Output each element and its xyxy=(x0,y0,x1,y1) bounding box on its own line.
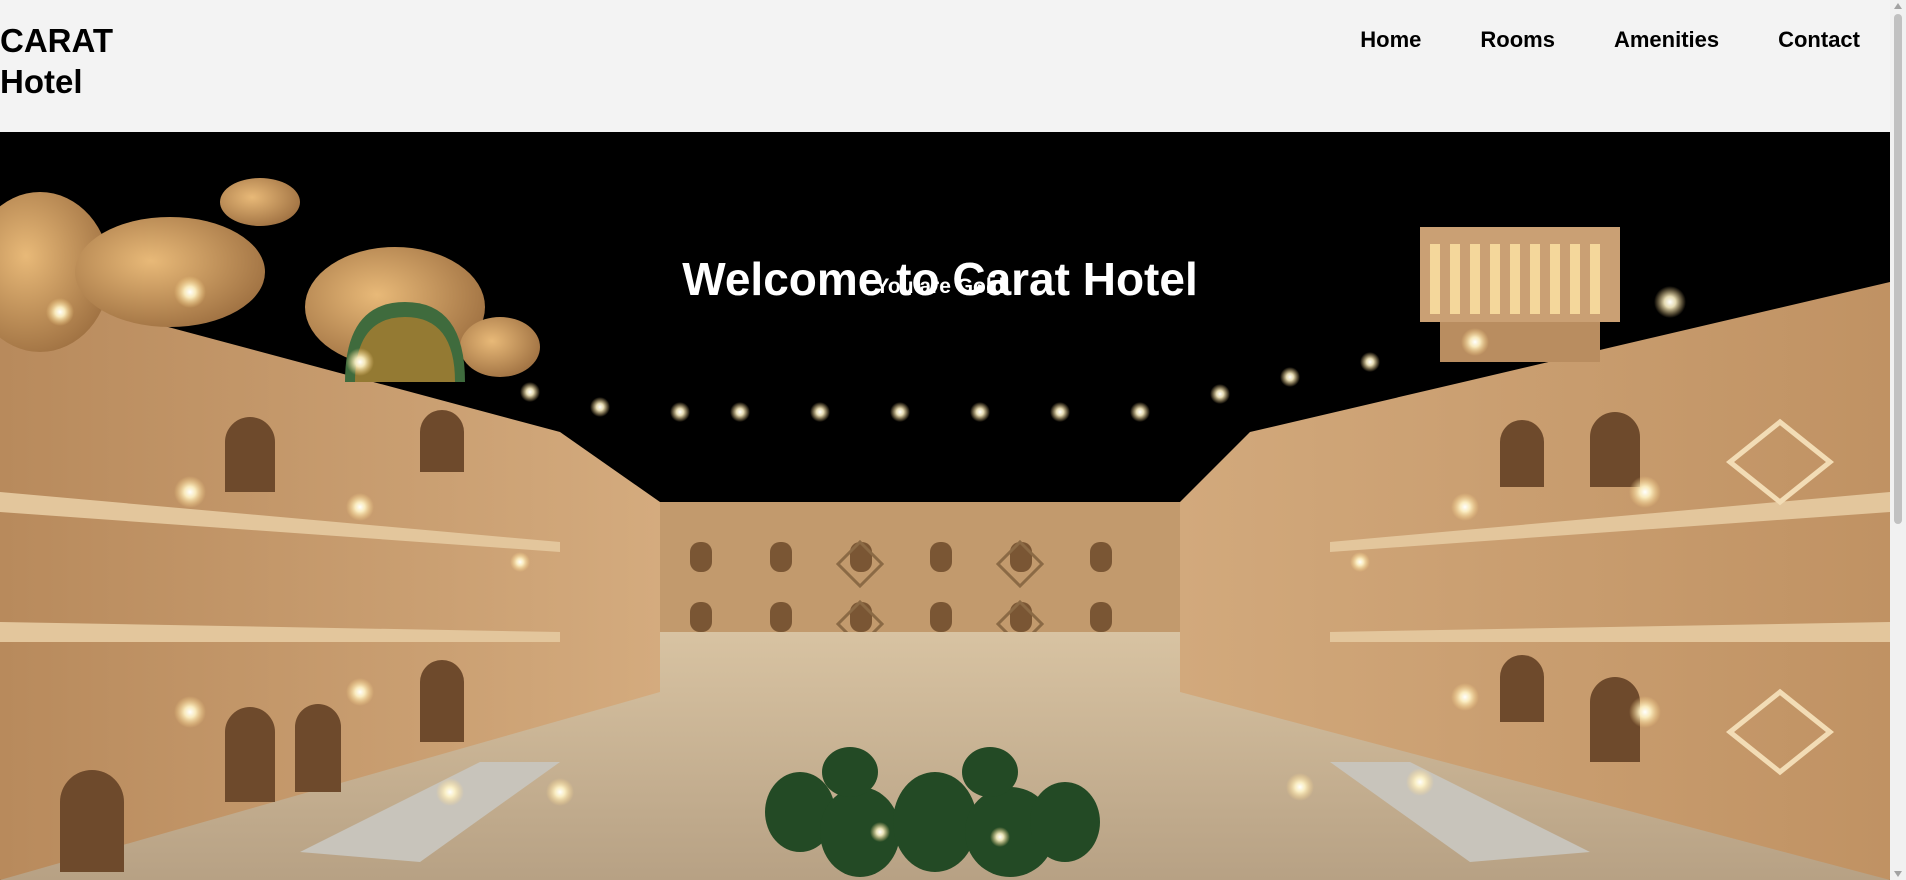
site-header: CARAT Hotel Home Rooms Amenities Contact xyxy=(0,0,1890,132)
logo-line-2: Hotel xyxy=(0,63,83,100)
nav-link-contact[interactable]: Contact xyxy=(1778,26,1860,54)
hero-image xyxy=(0,132,1890,880)
hero-subtitle: You are Gold xyxy=(875,275,1005,298)
nav-link-home[interactable]: Home xyxy=(1360,26,1421,54)
nav-link-rooms[interactable]: Rooms xyxy=(1480,26,1555,54)
scroll-up-icon[interactable] xyxy=(1894,3,1902,9)
scroll-down-icon[interactable] xyxy=(1894,871,1902,877)
scrollbar-thumb[interactable] xyxy=(1894,14,1902,524)
main-nav: Home Rooms Amenities Contact xyxy=(1301,26,1860,54)
page: CARAT Hotel Home Rooms Amenities Contact xyxy=(0,0,1906,880)
nav-link-amenities[interactable]: Amenities xyxy=(1614,26,1719,54)
hero-banner: Welcome to Carat Hotel You are Gold xyxy=(0,132,1890,880)
page-scrollbar[interactable] xyxy=(1890,0,1906,880)
site-logo[interactable]: CARAT Hotel xyxy=(0,20,120,102)
logo-line-1: CARAT xyxy=(0,22,114,59)
